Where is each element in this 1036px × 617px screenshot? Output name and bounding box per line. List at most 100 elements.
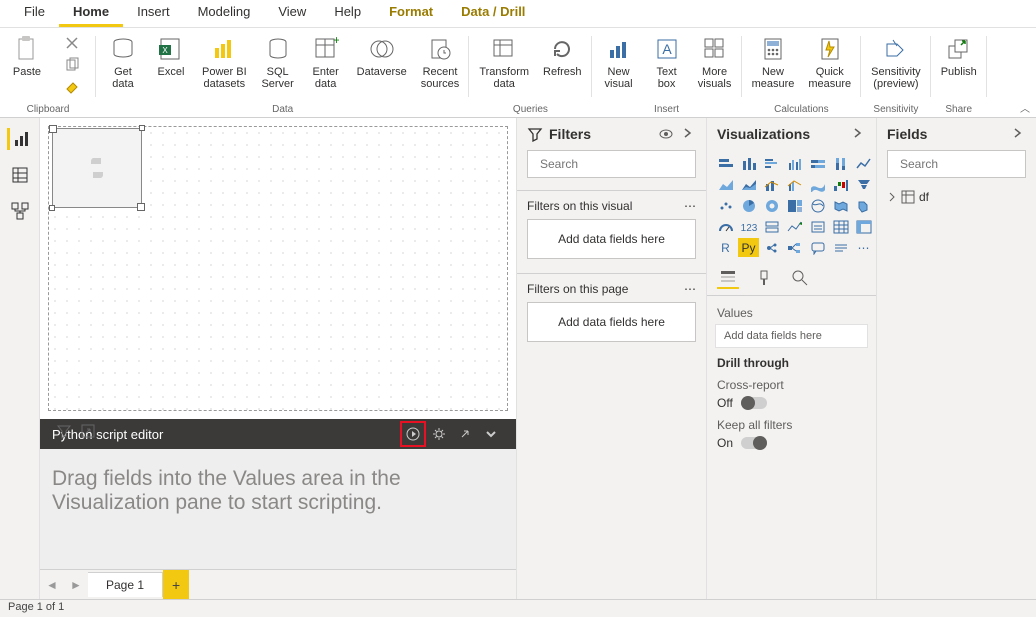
show-hide-icon[interactable] xyxy=(658,126,674,142)
page-prev-button[interactable]: ◄ xyxy=(40,578,64,592)
dataverse-button[interactable]: Dataverse xyxy=(353,32,411,80)
transform-data-button[interactable]: Transform data xyxy=(475,32,533,92)
more-visuals-button[interactable]: More visuals xyxy=(694,32,736,92)
viz-line-clustered[interactable] xyxy=(784,175,805,194)
viz-multirow-card[interactable] xyxy=(761,217,782,236)
viz-stacked-bar[interactable] xyxy=(715,154,736,173)
refresh-button[interactable]: Refresh xyxy=(539,32,586,80)
tab-modeling[interactable]: Modeling xyxy=(184,0,265,27)
keep-filters-toggle[interactable] xyxy=(741,437,767,449)
sensitivity-button[interactable]: Sensitivity (preview) xyxy=(867,32,925,92)
more-icon[interactable]: ⋯ xyxy=(684,282,696,296)
viz-qna[interactable] xyxy=(807,238,828,257)
paste-button[interactable]: Paste xyxy=(6,32,48,80)
viz-matrix[interactable] xyxy=(853,217,874,236)
model-view-button[interactable] xyxy=(9,200,31,222)
new-measure-button[interactable]: New measure xyxy=(748,32,799,92)
cut-button[interactable] xyxy=(54,32,90,54)
viz-kpi[interactable] xyxy=(784,217,805,236)
new-visual-button[interactable]: New visual xyxy=(598,32,640,92)
viz-area[interactable] xyxy=(715,175,736,194)
viz-clustered-bar[interactable] xyxy=(761,154,782,173)
calculator-icon xyxy=(758,34,788,64)
sql-server-button[interactable]: SQL Server xyxy=(257,32,299,92)
page-next-button[interactable]: ► xyxy=(64,578,88,592)
viz-donut[interactable] xyxy=(761,196,782,215)
format-painter-button[interactable] xyxy=(54,76,90,98)
text-box-button[interactable]: AText box xyxy=(646,32,688,92)
tab-help[interactable]: Help xyxy=(320,0,375,27)
filter-icon[interactable] xyxy=(56,423,72,439)
viz-filled-map[interactable] xyxy=(830,196,851,215)
viz-slicer[interactable] xyxy=(807,217,828,236)
script-editor-header: Python script editor xyxy=(40,419,516,449)
collapse-pane-icon[interactable] xyxy=(1010,126,1026,142)
filters-search[interactable] xyxy=(527,150,696,178)
tab-home[interactable]: Home xyxy=(59,0,123,27)
fields-search[interactable] xyxy=(887,150,1026,178)
enter-data-button[interactable]: +Enter data xyxy=(305,32,347,92)
filters-page-dropzone[interactable]: Add data fields here xyxy=(527,302,696,342)
viz-stacked-area[interactable] xyxy=(738,175,759,194)
pbi-datasets-button[interactable]: Power BI datasets xyxy=(198,32,251,92)
viz-decomposition[interactable] xyxy=(784,238,805,257)
viz-python[interactable]: Py xyxy=(738,238,759,257)
tab-insert[interactable]: Insert xyxy=(123,0,184,27)
get-data-button[interactable]: Get data xyxy=(102,32,144,92)
viz-stacked-column[interactable] xyxy=(738,154,759,173)
viz-table[interactable] xyxy=(830,217,851,236)
viz-gauge[interactable] xyxy=(715,217,736,236)
viz-funnel[interactable] xyxy=(853,175,874,194)
viz-smart-narrative[interactable] xyxy=(830,238,851,257)
fields-search-input[interactable] xyxy=(900,157,1036,171)
table-df[interactable]: df xyxy=(877,186,1036,208)
viz-line-stacked[interactable] xyxy=(761,175,782,194)
values-well[interactable]: Add data fields here xyxy=(715,324,868,348)
focus-mode-icon[interactable] xyxy=(80,423,96,439)
more-icon[interactable]: ⋯ xyxy=(684,199,696,213)
excel-button[interactable]: XExcel xyxy=(150,32,192,80)
viz-more[interactable]: ⋯ xyxy=(853,238,874,257)
cross-report-toggle[interactable] xyxy=(741,397,767,409)
python-visual-placeholder[interactable] xyxy=(52,128,142,208)
tab-datadrill[interactable]: Data / Drill xyxy=(447,0,539,27)
report-canvas[interactable] xyxy=(40,118,516,419)
run-script-button[interactable] xyxy=(400,421,426,447)
viz-map[interactable] xyxy=(807,196,828,215)
add-page-button[interactable]: + xyxy=(163,570,189,599)
quick-measure-button[interactable]: Quick measure xyxy=(804,32,855,92)
tab-view[interactable]: View xyxy=(264,0,320,27)
viz-scatter[interactable] xyxy=(715,196,736,215)
script-options-button[interactable] xyxy=(426,421,452,447)
format-tab-icon[interactable] xyxy=(753,267,775,289)
publish-button[interactable]: Publish xyxy=(937,32,981,80)
collapse-ribbon-icon[interactable]: ︿ xyxy=(1020,100,1030,115)
popout-script-button[interactable] xyxy=(452,421,478,447)
filters-search-input[interactable] xyxy=(540,157,695,171)
collapse-pane-icon[interactable] xyxy=(680,126,696,142)
fields-tab-icon[interactable] xyxy=(717,267,739,289)
viz-r[interactable]: R xyxy=(715,238,736,257)
tab-file[interactable]: File xyxy=(10,0,59,27)
filters-visual-dropzone[interactable]: Add data fields here xyxy=(527,219,696,259)
viz-pie[interactable] xyxy=(738,196,759,215)
collapse-pane-icon[interactable] xyxy=(850,126,866,142)
data-view-button[interactable] xyxy=(9,164,31,186)
viz-ribbon[interactable] xyxy=(807,175,828,194)
tab-format[interactable]: Format xyxy=(375,0,447,27)
copy-button[interactable] xyxy=(54,54,90,76)
viz-100-column[interactable] xyxy=(830,154,851,173)
viz-shape-map[interactable] xyxy=(853,196,874,215)
viz-card[interactable]: 123 xyxy=(738,217,759,236)
collapse-script-button[interactable] xyxy=(478,421,504,447)
viz-100-bar[interactable] xyxy=(807,154,828,173)
viz-waterfall[interactable] xyxy=(830,175,851,194)
viz-clustered-column[interactable] xyxy=(784,154,805,173)
recent-sources-button[interactable]: Recent sources xyxy=(417,32,464,92)
page-tab-1[interactable]: Page 1 xyxy=(88,572,163,597)
report-view-button[interactable] xyxy=(7,128,29,150)
viz-treemap[interactable] xyxy=(784,196,805,215)
viz-line[interactable] xyxy=(853,154,874,173)
analytics-tab-icon[interactable] xyxy=(789,267,811,289)
viz-key-influencers[interactable] xyxy=(761,238,782,257)
